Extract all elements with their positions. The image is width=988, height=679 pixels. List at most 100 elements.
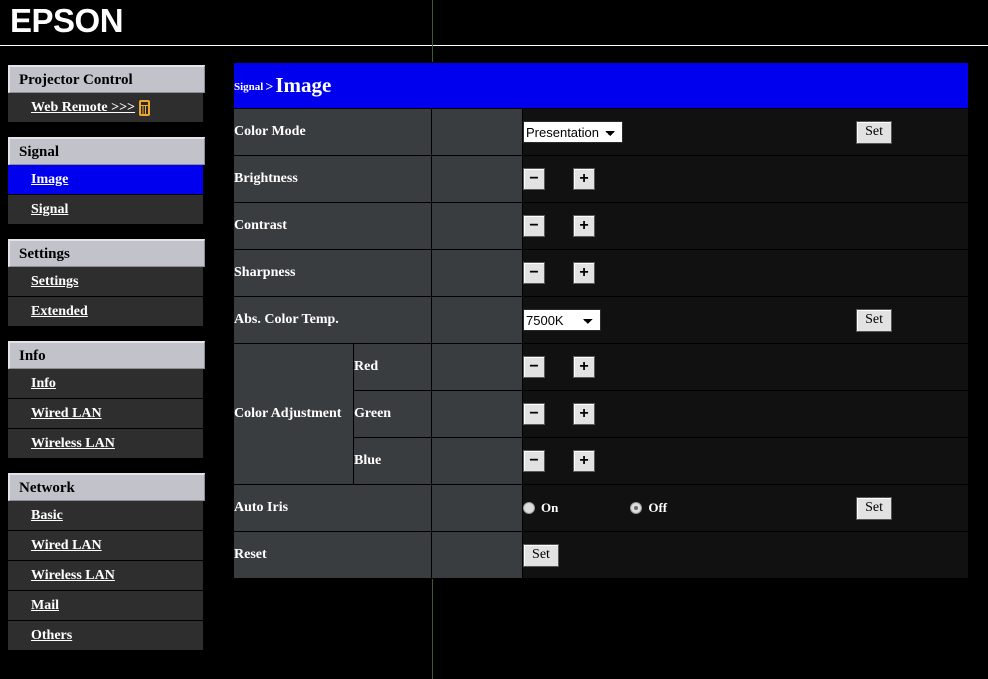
contrast-decrease-button[interactable]: − xyxy=(523,215,545,237)
color-mode-select[interactable]: Presentation xyxy=(523,121,623,143)
sidebar-item-mail[interactable]: Mail xyxy=(8,591,205,621)
radio-off-icon[interactable] xyxy=(630,502,642,514)
sidebar-item-wireless-lan[interactable]: Wireless LAN xyxy=(8,561,205,591)
table-row: Contrast − + xyxy=(234,203,969,250)
sidebar-group-signal: Signal Image Signal xyxy=(8,137,205,225)
row-control-contrast: − + xyxy=(523,203,969,250)
page-root: EPSON Projector ControlWeb Remote >>> Sig… xyxy=(0,0,988,679)
table-row: Abs. Color Temp. 7500K Set xyxy=(234,297,969,344)
sidebar-item-label: Wired LAN xyxy=(31,538,102,554)
sidebar-group-settings: Settings Settings Extended xyxy=(8,239,205,327)
row-label-brightness: Brightness xyxy=(234,156,432,203)
breadcrumb: Signal>Image xyxy=(234,63,969,109)
row-control-abs-color-temp: 7500K Set xyxy=(523,297,969,344)
row-label-color-adjustment: Color Adjustment xyxy=(234,344,354,485)
auto-iris-off-label: Off xyxy=(648,500,667,516)
row-label-auto-iris: Auto Iris xyxy=(234,485,432,532)
sidebar-item-label: Image xyxy=(31,172,68,188)
sidebar-item-label: Signal xyxy=(31,202,68,218)
row-control-color-mode: Presentation Set xyxy=(523,109,969,156)
breadcrumb-parent[interactable]: Signal xyxy=(234,81,263,93)
abs-color-temp-select[interactable]: 7500K xyxy=(523,309,601,331)
table-title-row: Signal>Image xyxy=(234,63,969,109)
sidebar-group-network: Network Basic Wired LAN Wireless LAN Mail Oth… xyxy=(8,473,205,651)
sidebar-item-wired-lan[interactable]: Wired LAN xyxy=(8,399,205,429)
row-label-abs-color-temp: Abs. Color Temp. xyxy=(234,297,432,344)
breadcrumb-separator: > xyxy=(263,80,275,95)
color-mode-set-button[interactable]: Set xyxy=(856,121,892,144)
sidebar-item-extended[interactable]: Extended xyxy=(8,297,205,327)
row-label-sharpness: Sharpness xyxy=(234,250,432,297)
table-row: Auto Iris On Off xyxy=(234,485,969,532)
sidebar-item-label: Info xyxy=(31,376,56,392)
row-gap-blue xyxy=(432,438,523,485)
sharpness-increase-button[interactable]: + xyxy=(573,262,595,284)
blue-increase-button[interactable]: + xyxy=(573,450,595,472)
sidebar-group-header: Signal xyxy=(8,137,205,165)
row-gap-contrast xyxy=(432,203,523,250)
row-gap-abs-color-temp xyxy=(432,297,523,344)
auto-iris-set-button[interactable]: Set xyxy=(856,497,892,520)
reset-set-button[interactable]: Set xyxy=(523,544,559,567)
row-gap-sharpness xyxy=(432,250,523,297)
sidebar-item-basic[interactable]: Basic xyxy=(8,501,205,531)
sidebar-item-info[interactable]: Info xyxy=(8,369,205,399)
abs-color-temp-set-button[interactable]: Set xyxy=(856,309,892,332)
sidebar-item-label: Wired LAN xyxy=(31,406,102,422)
row-gap-red xyxy=(432,344,523,391)
sidebar-item-label: Extended xyxy=(31,304,88,320)
sidebar-group-header: Settings xyxy=(8,239,205,267)
brightness-increase-button[interactable]: + xyxy=(573,168,595,190)
main-content: Signal>Image Color Mode Presentation Set xyxy=(233,62,968,579)
row-control-red: − + xyxy=(523,344,969,391)
radio-on-icon[interactable] xyxy=(523,502,535,514)
auto-iris-off-option[interactable]: Off xyxy=(630,500,667,516)
contrast-increase-button[interactable]: + xyxy=(573,215,595,237)
sidebar-item-signal[interactable]: Signal xyxy=(8,195,205,225)
row-control-brightness: − + xyxy=(523,156,969,203)
sidebar-item-label: Basic xyxy=(31,508,63,524)
sub-row-label-red: Red xyxy=(354,344,432,391)
sidebar-item-label: Wireless LAN xyxy=(31,436,115,452)
row-gap-auto-iris xyxy=(432,485,523,532)
row-gap-color-mode xyxy=(432,109,523,156)
blue-decrease-button[interactable]: − xyxy=(523,450,545,472)
table-row: Sharpness − + xyxy=(234,250,969,297)
sidebar-item-label: Wireless LAN xyxy=(31,568,115,584)
sidebar-item-settings[interactable]: Settings xyxy=(8,267,205,297)
sidebar-item-label: Settings xyxy=(31,274,78,290)
remote-control-icon xyxy=(139,100,150,116)
row-control-auto-iris: On Off Set xyxy=(523,485,969,532)
sidebar-group-info: Info Info Wired LAN Wireless LAN xyxy=(8,341,205,459)
sidebar-item-label: Mail xyxy=(31,598,59,614)
table-row: Reset Set xyxy=(234,532,969,579)
sidebar-group-header: Network xyxy=(8,473,205,501)
auto-iris-on-option[interactable]: On xyxy=(523,500,558,516)
green-decrease-button[interactable]: − xyxy=(523,403,545,425)
page-title: Image xyxy=(275,73,331,97)
row-label-contrast: Contrast xyxy=(234,203,432,250)
image-settings-table: Signal>Image Color Mode Presentation Set xyxy=(233,62,969,579)
sidebar-item-wireless-lan[interactable]: Wireless LAN xyxy=(8,429,205,459)
green-increase-button[interactable]: + xyxy=(573,403,595,425)
table-row: Brightness − + xyxy=(234,156,969,203)
row-control-blue: − + xyxy=(523,438,969,485)
sharpness-decrease-button[interactable]: − xyxy=(523,262,545,284)
top-banner: EPSON xyxy=(0,0,988,46)
sidebar-item-others[interactable]: Others xyxy=(8,621,205,651)
sub-row-label-green: Green xyxy=(354,391,432,438)
sidebar-item-wired-lan[interactable]: Wired LAN xyxy=(8,531,205,561)
sidebar-item-label: Others xyxy=(31,628,72,644)
sidebar-item-image[interactable]: Image xyxy=(8,165,205,195)
sub-row-label-blue: Blue xyxy=(354,438,432,485)
row-gap-reset xyxy=(432,532,523,579)
brightness-decrease-button[interactable]: − xyxy=(523,168,545,190)
row-label-color-mode: Color Mode xyxy=(234,109,432,156)
sidebar-group-projector-control: Projector ControlWeb Remote >>> xyxy=(8,65,205,123)
sidebar-item-label: Web Remote >>> xyxy=(31,100,135,116)
sidebar-item-web-remote[interactable]: Web Remote >>> xyxy=(8,93,205,123)
row-control-green: − + xyxy=(523,391,969,438)
red-increase-button[interactable]: + xyxy=(573,356,595,378)
sidebar-group-header: Info xyxy=(8,341,205,369)
red-decrease-button[interactable]: − xyxy=(523,356,545,378)
